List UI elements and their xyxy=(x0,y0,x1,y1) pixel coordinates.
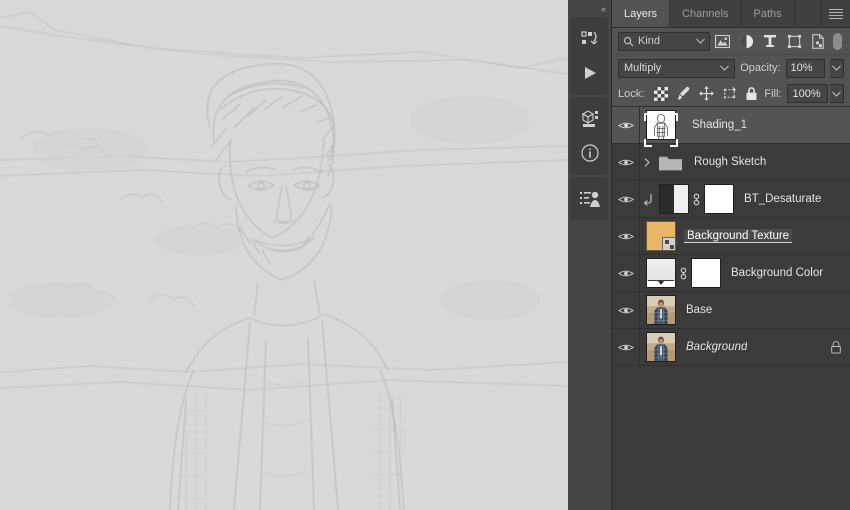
blend-mode-row: Multiply Opacity: 10% xyxy=(612,55,850,81)
layer-visibility-toggle[interactable] xyxy=(612,255,640,291)
layers-panel: Layers Channels Paths Kind Multiply Opac… xyxy=(612,0,850,510)
fill-stepper[interactable] xyxy=(829,84,844,103)
info-icon[interactable] xyxy=(572,136,607,170)
dock-group-libraries xyxy=(571,98,608,174)
opacity-input[interactable]: 10% xyxy=(785,58,826,78)
filter-shape-icon[interactable] xyxy=(782,31,806,52)
layer-name[interactable]: Background xyxy=(686,341,747,353)
opacity-stepper[interactable] xyxy=(830,58,844,78)
layer-name[interactable]: Base xyxy=(686,304,712,316)
layer-row-bt-desaturate[interactable]: BT_Desaturate xyxy=(612,181,850,218)
layer-thumbnail[interactable] xyxy=(646,332,676,362)
layer-thumbnail[interactable] xyxy=(646,110,676,140)
layer-visibility-toggle[interactable] xyxy=(612,292,640,328)
lock-position-icon[interactable] xyxy=(696,84,717,104)
layer-mask-thumbnail[interactable] xyxy=(704,184,734,214)
collapsed-panel-dock: « xyxy=(568,0,612,510)
layer-visibility-toggle[interactable] xyxy=(612,181,640,217)
link-icon[interactable] xyxy=(676,266,691,281)
layer-visibility-toggle[interactable] xyxy=(612,144,640,180)
layer-thumbnail[interactable] xyxy=(646,295,676,325)
layer-filter-row: Kind xyxy=(612,28,850,55)
sketch-artwork xyxy=(0,0,568,510)
photoshop-window: « Layers Channels Paths Kind Multiply Op… xyxy=(0,0,850,510)
adjustments-icon[interactable] xyxy=(572,182,607,216)
lock-image-pixels-icon[interactable] xyxy=(673,84,694,104)
tab-layers[interactable]: Layers xyxy=(612,0,671,27)
filter-smartobject-icon[interactable] xyxy=(806,31,830,52)
layer-mask-thumbnail[interactable] xyxy=(691,258,721,288)
lock-artboard-nesting-icon[interactable] xyxy=(719,84,740,104)
chevron-down-icon xyxy=(696,35,705,47)
fill-label: Fill: xyxy=(764,87,782,100)
layer-row-background[interactable]: Background xyxy=(612,329,850,366)
blend-mode-select[interactable]: Multiply xyxy=(618,58,736,78)
layer-list[interactable]: Shading_1 Rough Sketch BT_Desaturate Bac… xyxy=(612,107,850,510)
adjustment-thumbnail[interactable] xyxy=(659,184,689,214)
layer-name[interactable]: Rough Sketch xyxy=(694,156,766,168)
chevron-down-icon xyxy=(720,62,730,74)
panel-tab-strip: Layers Channels Paths xyxy=(612,0,850,28)
filter-kind-label: Kind xyxy=(638,35,661,47)
tab-paths[interactable]: Paths xyxy=(741,0,795,27)
filter-type-icon[interactable] xyxy=(758,31,782,52)
dock-group-adjustments xyxy=(571,178,608,220)
layer-name[interactable]: Background Color xyxy=(731,267,823,279)
layer-row-rough-sketch[interactable]: Rough Sketch xyxy=(612,144,850,181)
lock-transparent-pixels-icon[interactable] xyxy=(650,84,671,104)
layer-row-background-color[interactable]: Background Color xyxy=(612,255,850,292)
lock-all-icon[interactable] xyxy=(742,84,763,104)
document-canvas[interactable] xyxy=(0,0,568,510)
chevron-right-icon[interactable] xyxy=(640,157,654,167)
dock-group-actions xyxy=(571,18,608,94)
actions-icon[interactable] xyxy=(572,22,607,56)
smart-object-thumbnail[interactable] xyxy=(646,221,676,251)
layer-visibility-toggle[interactable] xyxy=(612,218,640,254)
gradient-fill-thumbnail[interactable] xyxy=(646,258,676,288)
layer-visibility-toggle[interactable] xyxy=(612,329,640,365)
filter-adjustment-icon[interactable] xyxy=(734,31,758,52)
filter-enable-toggle[interactable] xyxy=(831,32,844,51)
tab-channels[interactable]: Channels xyxy=(670,0,742,27)
lock-row: Lock: Fill: 100% xyxy=(612,81,850,107)
lock-icon[interactable] xyxy=(830,340,842,354)
filter-kind-select[interactable]: Kind xyxy=(618,31,710,51)
fill-input[interactable]: 100% xyxy=(787,84,828,103)
layer-name[interactable]: Shading_1 xyxy=(692,119,747,131)
layer-name[interactable]: BT_Desaturate xyxy=(744,193,821,205)
clipping-mask-icon xyxy=(640,193,657,206)
link-icon[interactable] xyxy=(689,192,704,207)
lock-label: Lock: xyxy=(618,87,645,100)
blend-mode-value: Multiply xyxy=(624,62,662,74)
layer-row-base[interactable]: Base xyxy=(612,292,850,329)
folder-icon xyxy=(658,152,684,172)
layer-row-background-texture[interactable]: Background Texture xyxy=(612,218,850,255)
layer-row-shading-1[interactable]: Shading_1 xyxy=(612,107,850,147)
play-icon[interactable] xyxy=(572,56,607,90)
expand-panels-button[interactable]: « xyxy=(568,0,611,18)
hamburger-icon[interactable] xyxy=(822,0,850,27)
opacity-label: Opacity: xyxy=(740,62,781,74)
libraries-icon[interactable] xyxy=(572,102,607,136)
filter-pixel-icon[interactable] xyxy=(710,31,734,52)
layer-name-rename-input[interactable]: Background Texture xyxy=(684,229,793,243)
search-icon xyxy=(623,36,634,47)
tab-strip-filler xyxy=(794,0,822,27)
layer-visibility-toggle[interactable] xyxy=(612,107,640,143)
